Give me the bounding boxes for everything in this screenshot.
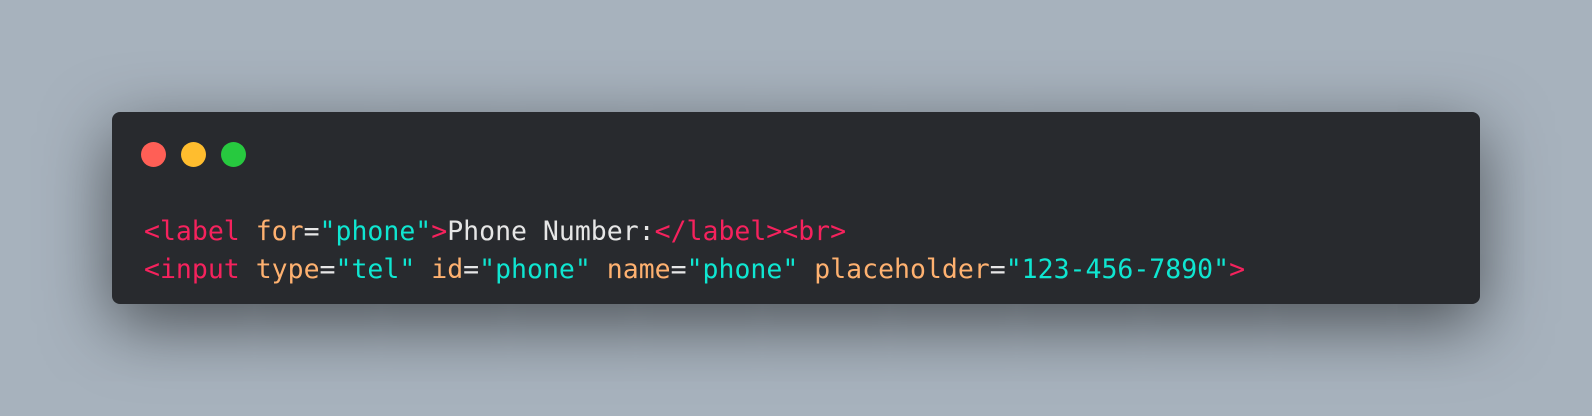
code-token-tag: >: [431, 216, 448, 247]
code-token-tag: <label: [144, 216, 240, 247]
code-token-attr: name: [606, 254, 671, 285]
code-token-string: "123-456-7890": [1005, 254, 1230, 285]
code-token-text: Phone Number:: [447, 216, 655, 247]
close-button[interactable]: [141, 142, 166, 167]
code-token-punct: =: [670, 254, 687, 285]
code-token-attr: placeholder: [814, 254, 990, 285]
minimize-button[interactable]: [181, 142, 206, 167]
code-token-string: "phone": [319, 216, 432, 247]
code-token-punct: =: [303, 216, 320, 247]
window-controls: [141, 142, 246, 167]
code-token-tag: </label>: [654, 216, 783, 247]
code-token-string: "tel": [335, 254, 416, 285]
code-token-punct: =: [989, 254, 1006, 285]
code-token-tag: <input: [144, 254, 240, 285]
code-block: <label for="phone">Phone Number:</label>…: [144, 213, 1245, 289]
code-token-tag: <br>: [782, 216, 847, 247]
maximize-button[interactable]: [221, 142, 246, 167]
code-token-attr: id: [431, 254, 464, 285]
code-token-string: "phone": [479, 254, 591, 285]
code-token-attr: for: [255, 216, 304, 247]
code-token-punct: =: [463, 254, 480, 285]
code-token-attr: type: [255, 254, 320, 285]
code-window: <label for="phone">Phone Number:</label>…: [112, 112, 1480, 304]
code-token-punct: =: [319, 254, 336, 285]
code-line: <input type="tel" id="phone" name="phone…: [144, 251, 1245, 289]
code-line: <label for="phone">Phone Number:</label>…: [144, 213, 1245, 251]
code-token-tag: >: [1229, 254, 1246, 285]
code-token-string: "phone": [686, 254, 799, 285]
